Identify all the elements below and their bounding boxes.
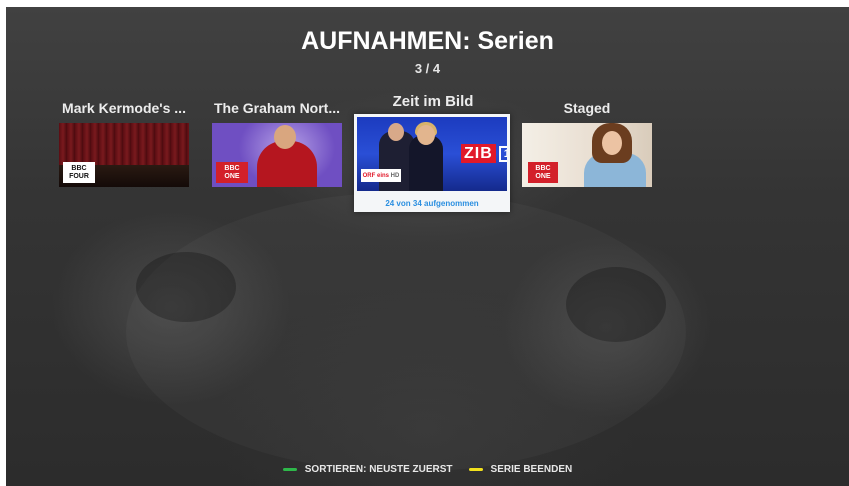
channel-logo-bottom: FOUR [69, 172, 89, 180]
green-key-icon [282, 468, 297, 471]
end-series-hint[interactable]: SERIE BEENDEN [468, 464, 573, 475]
thumbnail-figure-head [274, 125, 296, 149]
sort-hint-label: SORTIEREN: NEUSTE ZUERST [304, 464, 453, 475]
channel-logo-bbc-four: BBC FOUR [63, 162, 95, 183]
sort-hint[interactable]: SORTIEREN: NEUSTE ZUERST [282, 464, 453, 475]
series-thumbnail: ZIB 1 ORF eins HD [357, 117, 507, 191]
thumbnail-figure-head [602, 131, 622, 155]
background-shape [136, 252, 236, 322]
channel-logo-top: BBC [535, 164, 551, 172]
series-card-title: Zeit im Bild [392, 93, 474, 110]
page-title: AUFNAHMEN: Serien [301, 27, 554, 55]
yellow-key-icon [468, 468, 483, 471]
footer-hints: SORTIEREN: NEUSTE ZUERST SERIE BEENDEN [6, 464, 849, 475]
channel-logo-bbc-one: BBC ONE [528, 162, 558, 183]
thumbnail-figure-head [417, 125, 435, 145]
series-thumbnail: BBC FOUR [59, 123, 189, 187]
series-card-mark-kermode[interactable]: Mark Kermode's ... BBC FOUR [58, 100, 190, 190]
channel-logo-bottom: ONE [535, 172, 551, 180]
channel-logo-orf-eins: ORF eins HD [361, 169, 401, 182]
background-shape [566, 267, 666, 342]
series-thumbnail: BBC ONE [522, 123, 652, 187]
series-card-zeit-im-bild[interactable]: Zeit im Bild ZIB 1 ORF eins HD 24 von 34… [352, 92, 514, 214]
channel-logo-bbc-one: BBC ONE [216, 162, 248, 183]
page-counter: 3 / 4 [414, 61, 441, 76]
channel-logo-top: BBC [71, 164, 87, 172]
series-thumbnail: BBC ONE [212, 123, 342, 187]
series-card-title: Staged [563, 100, 611, 116]
zib-logo: ZIB 1 [461, 144, 507, 163]
series-card-title: The Graham Nort... [213, 100, 341, 116]
channel-logo-bottom: ONE [224, 172, 240, 180]
channel-logo-part: ORF [362, 172, 376, 179]
series-card-staged[interactable]: Staged BBC ONE [521, 100, 653, 190]
channel-logo-part: eins [376, 172, 389, 179]
series-card-graham-norton[interactable]: The Graham Nort... BBC ONE [211, 100, 343, 190]
zib-logo-number: 1 [498, 145, 507, 162]
series-card-title: Mark Kermode's ... [62, 100, 186, 116]
recording-count: 24 von 34 aufgenommen [385, 199, 479, 208]
channel-logo-part: HD [390, 172, 400, 179]
channel-logo-top: BBC [224, 164, 240, 172]
selection-frame: ZIB 1 ORF eins HD 24 von 34 aufgenommen [354, 114, 510, 212]
tv-screen: AUFNAHMEN: Serien 3 / 4 Mark Kermode's .… [6, 7, 849, 486]
zib-logo-text: ZIB [461, 144, 496, 163]
thumbnail-figure-head [388, 123, 404, 141]
end-series-hint-label: SERIE BEENDEN [490, 464, 573, 475]
